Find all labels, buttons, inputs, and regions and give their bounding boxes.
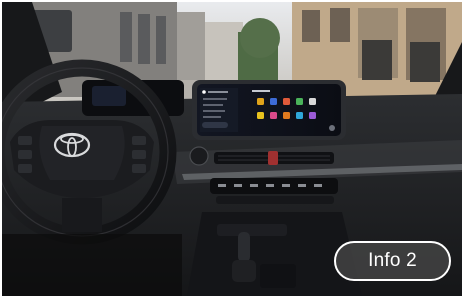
- center-vents: [214, 151, 334, 165]
- info-button[interactable]: Info 2: [334, 241, 451, 281]
- climate-control-panel: [210, 178, 338, 204]
- infotainment-screen: [192, 80, 346, 140]
- driver-footwell: [2, 234, 182, 296]
- start-button: [189, 146, 209, 166]
- page-frame: Info 2: [0, 0, 464, 298]
